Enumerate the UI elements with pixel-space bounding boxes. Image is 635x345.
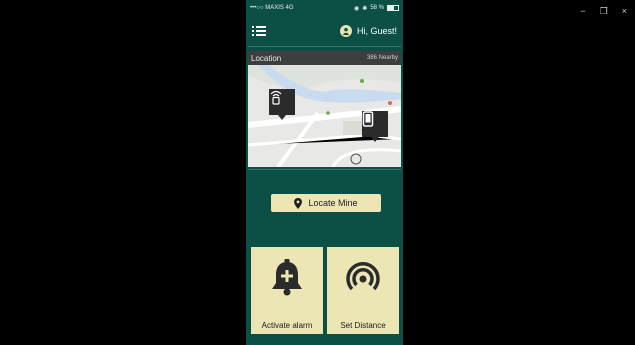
- location-header: Location 386 Nearby: [248, 51, 401, 65]
- map-view[interactable]: [248, 65, 401, 167]
- phone-screen: •••○○ MAXIS 4G ◉ ✱ 58 % Hi, Guest! Locat…: [246, 0, 403, 345]
- user-icon: [339, 25, 352, 37]
- location-pin-icon: [294, 197, 303, 209]
- distance-icon-wrap: [327, 259, 399, 297]
- battery-label: 58 %: [370, 5, 384, 11]
- bluetooth-icon: ✱: [362, 5, 368, 12]
- battery-icon: [387, 5, 399, 11]
- status-bar: •••○○ MAXIS 4G ◉ ✱ 58 %: [246, 0, 403, 16]
- activate-alarm-label: Activate alarm: [261, 321, 313, 330]
- phone-map-marker[interactable]: [362, 111, 388, 142]
- divider: [248, 169, 401, 170]
- beacon-map-marker[interactable]: [269, 89, 295, 120]
- minimize-button[interactable]: −: [580, 6, 585, 17]
- activate-alarm-tile[interactable]: Activate alarm: [251, 247, 323, 334]
- app-bar: Hi, Guest!: [246, 16, 403, 46]
- window-controls: − ❐ ×: [580, 6, 627, 17]
- bell-plus-icon: [272, 259, 302, 296]
- divider: [248, 46, 401, 47]
- set-distance-tile[interactable]: Set Distance: [327, 247, 399, 334]
- locate-mine-button[interactable]: Locate Mine: [271, 194, 381, 212]
- location-title: Location: [251, 53, 282, 63]
- signal-rings-icon: [346, 262, 380, 291]
- user-greeting[interactable]: Hi, Guest!: [339, 25, 397, 37]
- wifi-icon: ◉: [354, 5, 360, 12]
- carrier-label: •••○○ MAXIS 4G: [250, 5, 294, 11]
- tag-device-icon: [270, 90, 282, 105]
- nearby-count[interactable]: 386 Nearby: [367, 55, 398, 61]
- set-distance-label: Set Distance: [340, 321, 386, 330]
- status-right: ◉ ✱ 58 %: [354, 5, 399, 12]
- list-menu-icon[interactable]: [252, 25, 266, 37]
- smartphone-icon: [362, 111, 374, 127]
- close-button[interactable]: ×: [622, 6, 627, 17]
- greeting-text: Hi, Guest!: [356, 26, 397, 36]
- restore-button[interactable]: ❐: [600, 6, 608, 17]
- locate-mine-label: Locate Mine: [308, 198, 358, 208]
- alarm-icon-wrap: [251, 259, 323, 297]
